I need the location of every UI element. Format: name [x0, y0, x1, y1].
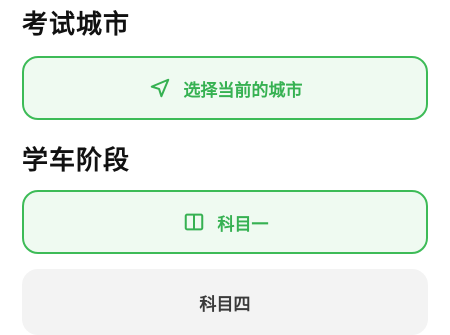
book-icon: [182, 210, 206, 234]
select-current-city-label: 选择当前的城市: [183, 80, 303, 101]
subject-one-label: 科目一: [217, 214, 269, 235]
select-current-city-button[interactable]: 选择当前的城市: [22, 56, 428, 120]
navigation-arrow-icon: [148, 76, 172, 100]
exam-city-title: 考试城市: [22, 10, 131, 40]
driving-stage-title: 学车阶段: [22, 146, 131, 176]
subject-one-option[interactable]: 科目一: [22, 190, 428, 254]
subject-four-option[interactable]: 科目四: [22, 269, 428, 335]
subject-four-label: 科目四: [199, 294, 251, 315]
